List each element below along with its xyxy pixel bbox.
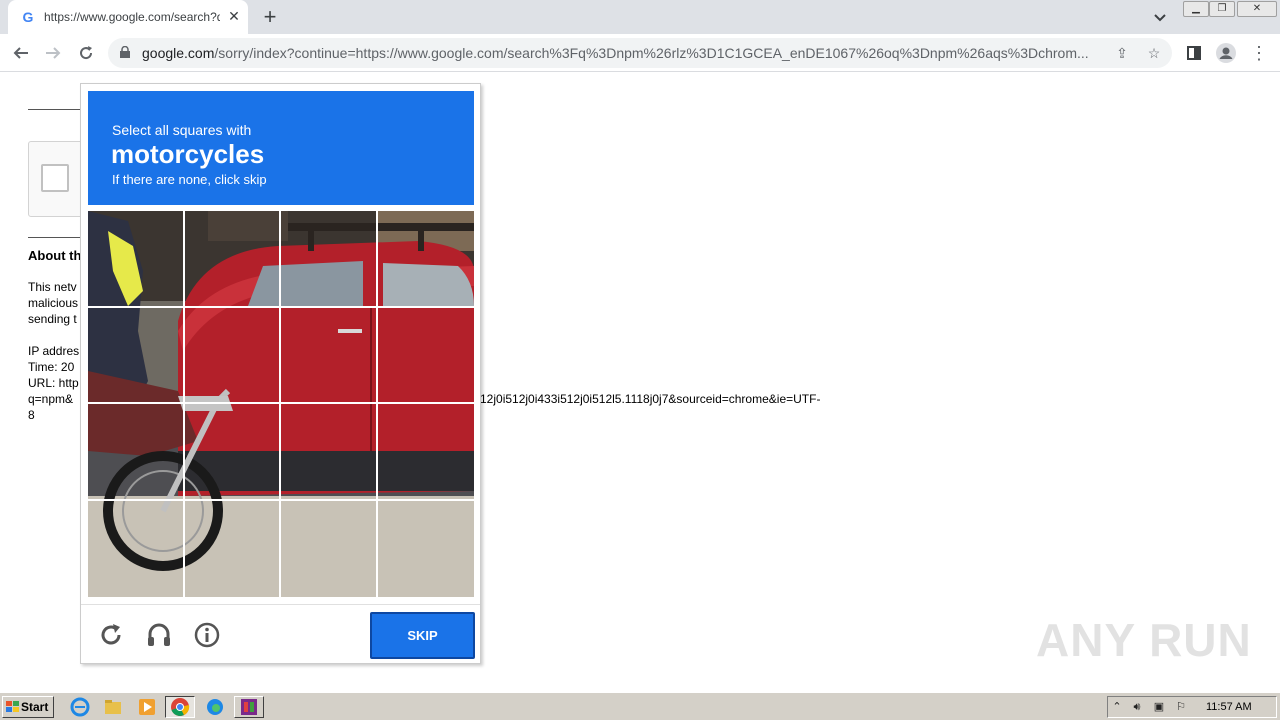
address-bar[interactable]: google.com/sorry/index?continue=https://… bbox=[108, 38, 1172, 68]
captcha-keyword: motorcycles bbox=[111, 139, 265, 169]
captcha-hint: If there are none, click skip bbox=[112, 172, 267, 187]
tray-expand-icon[interactable]: ⌃ bbox=[1110, 700, 1124, 714]
media-player-icon[interactable] bbox=[137, 697, 157, 717]
captcha-tile[interactable] bbox=[184, 307, 281, 404]
captcha-challenge: Select all squares with motorcycles If t… bbox=[80, 83, 481, 664]
taskbar-app[interactable] bbox=[234, 696, 264, 718]
reload-icon[interactable] bbox=[73, 40, 99, 66]
captcha-tile[interactable] bbox=[185, 500, 281, 597]
skip-button[interactable]: SKIP bbox=[370, 612, 475, 659]
url-continuation-start: q=npm& bbox=[28, 392, 74, 406]
page-content: About th This netv malicious sending t I… bbox=[0, 73, 1280, 692]
taskbar-chrome[interactable] bbox=[165, 696, 195, 718]
network-icon[interactable]: ▣ bbox=[1152, 700, 1166, 714]
captcha-footer: SKIP bbox=[81, 604, 480, 664]
file-explorer-icon[interactable] bbox=[103, 697, 123, 717]
side-panel-icon[interactable] bbox=[1181, 40, 1207, 66]
captcha-tile[interactable] bbox=[88, 307, 185, 404]
address-url[interactable]: google.com/sorry/index?continue=https://… bbox=[142, 45, 1108, 61]
time-line: Time: 20 bbox=[28, 360, 75, 374]
divider bbox=[28, 237, 80, 238]
captcha-header: Select all squares with motorcycles If t… bbox=[88, 91, 474, 205]
captcha-tile[interactable] bbox=[88, 211, 185, 308]
anyrun-watermark: ANY RUN bbox=[1036, 614, 1252, 666]
captcha-tiles bbox=[88, 211, 474, 597]
captcha-tile[interactable] bbox=[377, 308, 474, 404]
paragraph-line: sending t bbox=[28, 312, 77, 326]
divider bbox=[28, 109, 80, 110]
captcha-tile[interactable] bbox=[378, 501, 475, 598]
start-label: Start bbox=[21, 700, 49, 714]
url-line: URL: http bbox=[28, 376, 79, 390]
paragraph-line: malicious bbox=[28, 296, 79, 310]
url-continuation-tail: 8 bbox=[28, 408, 35, 422]
minimize-button[interactable]: ▁ bbox=[1183, 1, 1209, 17]
forward-arrow-icon[interactable] bbox=[40, 40, 66, 66]
url-continuation-end: 12j0i512j0i433i512j0i512l5.1118j0j7&sour… bbox=[480, 392, 821, 406]
tab-title: https://www.google.com/search?q= bbox=[44, 10, 220, 24]
share-icon[interactable]: ⇪ bbox=[1112, 43, 1132, 63]
lock-icon[interactable] bbox=[120, 46, 130, 58]
captcha-tile[interactable] bbox=[281, 500, 378, 597]
close-window-button[interactable]: ✕ bbox=[1237, 1, 1277, 17]
about-heading: About th bbox=[28, 248, 82, 263]
captcha-tile[interactable] bbox=[88, 500, 185, 597]
archive-app-icon bbox=[241, 699, 257, 715]
profile-avatar-icon[interactable] bbox=[1213, 40, 1239, 66]
captcha-instruction: Select all squares with bbox=[112, 122, 252, 138]
action-center-flag-icon[interactable]: ⚐ bbox=[1174, 700, 1188, 714]
info-icon[interactable] bbox=[193, 621, 221, 649]
taskbar: Start ⌃ 🔊︎ ▣ ⚐ 11:57 AM bbox=[0, 692, 1280, 720]
captcha-tile[interactable] bbox=[88, 404, 185, 501]
captcha-tile[interactable] bbox=[184, 404, 281, 501]
bookmark-star-icon[interactable]: ☆ bbox=[1144, 43, 1164, 63]
browser-tab[interactable]: G https://www.google.com/search?q= ✕ bbox=[8, 0, 248, 34]
new-tab-button[interactable]: + bbox=[258, 5, 282, 29]
start-button[interactable]: Start bbox=[2, 696, 54, 718]
reload-challenge-icon[interactable] bbox=[97, 621, 125, 649]
captcha-tile[interactable] bbox=[184, 211, 281, 308]
internet-explorer-icon[interactable] bbox=[70, 697, 90, 717]
tab-strip: G https://www.google.com/search?q= ✕ + ▁… bbox=[0, 0, 1280, 34]
restore-button[interactable]: ❐ bbox=[1209, 1, 1235, 17]
captcha-tile[interactable] bbox=[377, 211, 474, 308]
captcha-image-grid bbox=[88, 211, 474, 597]
volume-icon[interactable]: 🔊︎ bbox=[1130, 700, 1144, 714]
back-arrow-icon[interactable] bbox=[8, 40, 34, 66]
menu-kebab-icon[interactable]: ⋮ bbox=[1246, 40, 1272, 66]
recaptcha-checkbox[interactable] bbox=[41, 164, 69, 192]
chrome-icon bbox=[171, 698, 190, 716]
edge-icon[interactable] bbox=[205, 697, 225, 717]
audio-challenge-headphones-icon[interactable] bbox=[145, 621, 173, 649]
browser-toolbar: google.com/sorry/index?continue=https://… bbox=[0, 34, 1280, 72]
captcha-tile[interactable] bbox=[281, 307, 378, 404]
tab-search-chevron-icon[interactable] bbox=[1150, 8, 1170, 28]
captcha-tile[interactable] bbox=[281, 404, 378, 501]
google-favicon-icon: G bbox=[22, 9, 34, 25]
ip-address-line: IP addres bbox=[28, 344, 80, 358]
captcha-tile[interactable] bbox=[281, 211, 378, 308]
tab-close-icon[interactable]: ✕ bbox=[226, 8, 242, 24]
captcha-tile[interactable] bbox=[377, 404, 474, 501]
windows-logo-icon bbox=[6, 701, 19, 712]
clock[interactable]: 11:57 AM bbox=[1206, 701, 1252, 713]
system-tray: ⌃ 🔊︎ ▣ ⚐ 11:57 AM bbox=[1107, 696, 1277, 718]
paragraph-line: This netv bbox=[28, 280, 77, 294]
